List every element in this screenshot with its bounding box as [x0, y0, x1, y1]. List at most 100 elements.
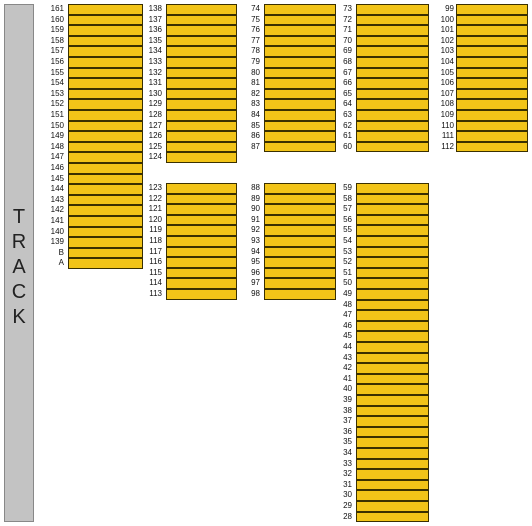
- seat-slot[interactable]: [166, 236, 237, 247]
- seat-slot[interactable]: [166, 99, 237, 110]
- seat-slot[interactable]: [68, 120, 143, 132]
- seat-slot[interactable]: [68, 57, 143, 68]
- seat-slot[interactable]: [456, 99, 528, 110]
- seat-slot[interactable]: [166, 67, 237, 79]
- seat-slot[interactable]: [68, 237, 143, 248]
- seat-slot[interactable]: [356, 25, 429, 36]
- seat-slot[interactable]: [356, 437, 429, 448]
- seat-slot[interactable]: [356, 246, 429, 258]
- seat-slot[interactable]: [356, 479, 429, 491]
- seat-slot[interactable]: [356, 120, 429, 132]
- seat-slot[interactable]: [166, 193, 237, 205]
- seat-slot[interactable]: [68, 258, 143, 269]
- seat-slot[interactable]: [356, 99, 429, 110]
- seat-slot[interactable]: [68, 163, 143, 174]
- seat-slot[interactable]: [264, 193, 336, 205]
- seat-slot[interactable]: [456, 57, 528, 68]
- seat-slot[interactable]: [264, 57, 336, 68]
- seat-slot[interactable]: [356, 426, 429, 438]
- seat-slot[interactable]: [68, 184, 143, 195]
- seat-slot[interactable]: [264, 110, 336, 121]
- seat-slot[interactable]: [166, 131, 237, 142]
- seat-slot[interactable]: [166, 246, 237, 258]
- seat-slot[interactable]: [166, 183, 237, 194]
- seat-slot[interactable]: [68, 173, 143, 185]
- seat-slot[interactable]: [68, 25, 143, 36]
- seat-slot[interactable]: [356, 331, 429, 342]
- seat-slot[interactable]: [456, 88, 528, 100]
- seat-slot[interactable]: [166, 289, 237, 300]
- seat-slot[interactable]: [456, 46, 528, 57]
- seat-slot[interactable]: [166, 35, 237, 47]
- seat-slot[interactable]: [356, 110, 429, 121]
- seat-slot[interactable]: [68, 99, 143, 110]
- seat-slot[interactable]: [264, 246, 336, 258]
- seat-slot[interactable]: [264, 67, 336, 79]
- seat-slot[interactable]: [264, 78, 336, 89]
- seat-slot[interactable]: [264, 183, 336, 194]
- seat-slot[interactable]: [166, 278, 237, 289]
- seat-slot[interactable]: [356, 511, 429, 523]
- seat-slot[interactable]: [356, 363, 429, 374]
- seat-slot[interactable]: [68, 35, 143, 47]
- seat-slot[interactable]: [356, 67, 429, 79]
- seat-slot[interactable]: [456, 141, 528, 153]
- seat-slot[interactable]: [356, 448, 429, 459]
- seat-slot[interactable]: [68, 4, 143, 15]
- seat-slot[interactable]: [356, 458, 429, 470]
- seat-slot[interactable]: [264, 278, 336, 289]
- seat-slot[interactable]: [356, 267, 429, 279]
- seat-slot[interactable]: [68, 216, 143, 227]
- seat-slot[interactable]: [264, 267, 336, 279]
- seat-slot[interactable]: [264, 88, 336, 100]
- seat-slot[interactable]: [166, 267, 237, 279]
- seat-slot[interactable]: [166, 25, 237, 36]
- seat-slot[interactable]: [356, 225, 429, 236]
- seat-slot[interactable]: [356, 236, 429, 247]
- seat-slot[interactable]: [166, 78, 237, 89]
- seat-slot[interactable]: [264, 214, 336, 226]
- seat-slot[interactable]: [68, 110, 143, 121]
- seat-slot[interactable]: [166, 225, 237, 236]
- seat-slot[interactable]: [264, 35, 336, 47]
- seat-slot[interactable]: [264, 204, 336, 215]
- seat-slot[interactable]: [166, 14, 237, 26]
- seat-slot[interactable]: [68, 247, 143, 259]
- seat-slot[interactable]: [68, 46, 143, 57]
- seat-slot[interactable]: [166, 257, 237, 268]
- seat-slot[interactable]: [356, 78, 429, 89]
- seat-slot[interactable]: [264, 236, 336, 247]
- seat-slot[interactable]: [356, 57, 429, 68]
- seat-slot[interactable]: [356, 257, 429, 268]
- seat-slot[interactable]: [456, 78, 528, 89]
- seat-slot[interactable]: [356, 342, 429, 353]
- seat-slot[interactable]: [166, 214, 237, 226]
- seat-slot[interactable]: [456, 120, 528, 132]
- seat-slot[interactable]: [166, 110, 237, 121]
- seat-slot[interactable]: [68, 194, 143, 206]
- seat-slot[interactable]: [166, 57, 237, 68]
- seat-slot[interactable]: [264, 120, 336, 132]
- seat-slot[interactable]: [356, 46, 429, 57]
- seat-slot[interactable]: [456, 14, 528, 26]
- seat-slot[interactable]: [356, 373, 429, 385]
- seat-slot[interactable]: [264, 257, 336, 268]
- seat-slot[interactable]: [456, 131, 528, 142]
- seat-slot[interactable]: [356, 352, 429, 364]
- seat-slot[interactable]: [356, 4, 429, 15]
- seat-slot[interactable]: [356, 395, 429, 406]
- seat-slot[interactable]: [456, 25, 528, 36]
- seat-slot[interactable]: [166, 4, 237, 15]
- seat-slot[interactable]: [264, 225, 336, 236]
- seat-slot[interactable]: [264, 25, 336, 36]
- seat-slot[interactable]: [264, 131, 336, 142]
- seat-slot[interactable]: [264, 4, 336, 15]
- seat-slot[interactable]: [166, 88, 237, 100]
- seat-slot[interactable]: [264, 99, 336, 110]
- seat-slot[interactable]: [166, 141, 237, 153]
- seat-slot[interactable]: [356, 320, 429, 332]
- seat-slot[interactable]: [456, 35, 528, 47]
- seat-slot[interactable]: [356, 278, 429, 289]
- seat-slot[interactable]: [456, 110, 528, 121]
- seat-slot[interactable]: [356, 35, 429, 47]
